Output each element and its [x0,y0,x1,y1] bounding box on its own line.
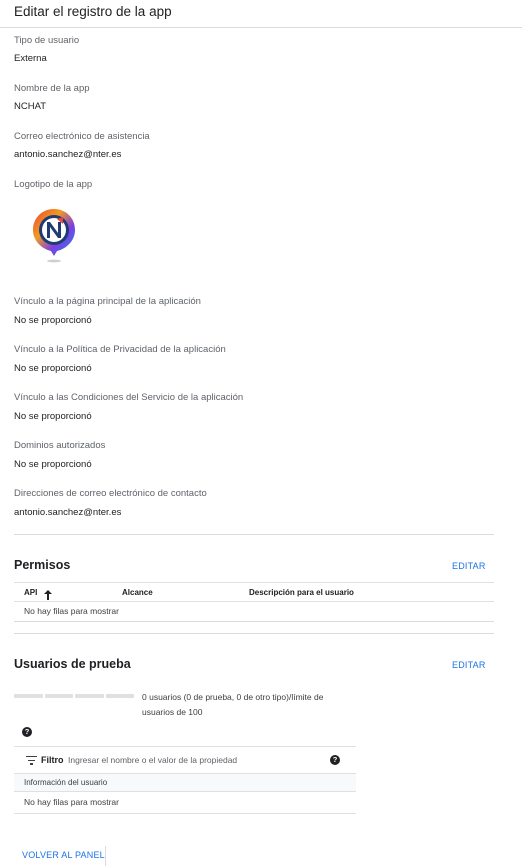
filter-icon[interactable] [26,756,37,765]
permissions-title: Permisos [14,558,71,572]
app-logo-label: Logotipo de la app [14,179,93,190]
back-to-dashboard-label: VOLVER AL PANEL [22,850,105,860]
privacy-policy-label: Vínculo a la Política de Privacidad de l… [14,344,226,355]
test-users-empty-message: No hay filas para mostrar [24,797,119,807]
page-title: Editar el registro de la app [14,4,172,19]
back-to-dashboard-button[interactable]: VOLVER AL PANEL [14,846,106,866]
column-user-description[interactable]: Descripción para el usuario [249,588,354,597]
terms-of-service-value: No se proporcionó [14,411,92,422]
contact-emails-value: antonio.sanchez@nter.es [14,507,122,518]
test-users-empty-row: No hay filas para mostrar [14,792,356,814]
test-users-table-header: Información del usuario [14,774,356,792]
filter-input[interactable] [68,752,318,768]
authorized-domains-label: Dominios autorizados [14,440,106,451]
column-api[interactable]: API [24,588,37,597]
support-email-label: Correo electrónico de asistencia [14,131,150,142]
filter-bar: Filtro ? [14,746,356,774]
app-name-value: NCHAT [14,101,47,112]
section-divider [14,633,494,634]
contact-emails-label: Direcciones de correo electrónico de con… [14,488,207,499]
permissions-table-header: API Alcance Descripción para el usuario [14,582,494,602]
privacy-policy-value: No se proporcionó [14,363,92,374]
user-type-label: Tipo de usuario [14,35,80,46]
permissions-empty-message: No hay filas para mostrar [24,606,119,616]
column-user-info[interactable]: Información del usuario [24,778,107,787]
section-divider [14,534,494,535]
support-email-value: antonio.sanchez@nter.es [14,149,122,160]
terms-of-service-label: Vínculo a las Condiciones del Servicio d… [14,392,244,403]
homepage-link-value: No se proporcionó [14,315,92,326]
test-users-progress-bar [14,694,134,698]
user-type-value: Externa [14,53,47,64]
homepage-link-label: Vínculo a la página principal de la apli… [14,296,201,307]
test-users-title: Usuarios de prueba [14,657,131,671]
page-header: Editar el registro de la app [0,0,522,28]
test-users-count-line1: 0 usuarios (0 de prueba, 0 de otro tipo)… [142,692,324,702]
help-icon[interactable]: ? [330,755,340,765]
filter-label[interactable]: Filtro [41,755,64,765]
app-logo-icon [28,205,80,265]
column-scope[interactable]: Alcance [122,588,153,597]
test-users-count-line2: usuarios de 100 [142,707,203,717]
app-name-label: Nombre de la app [14,83,90,94]
test-users-edit-button[interactable]: EDITAR [452,660,486,670]
arrow-up-icon[interactable] [44,587,52,600]
table-divider [14,621,494,622]
permissions-edit-button[interactable]: EDITAR [452,561,486,571]
help-icon[interactable]: ? [22,727,32,737]
authorized-domains-value: No se proporcionó [14,459,92,470]
